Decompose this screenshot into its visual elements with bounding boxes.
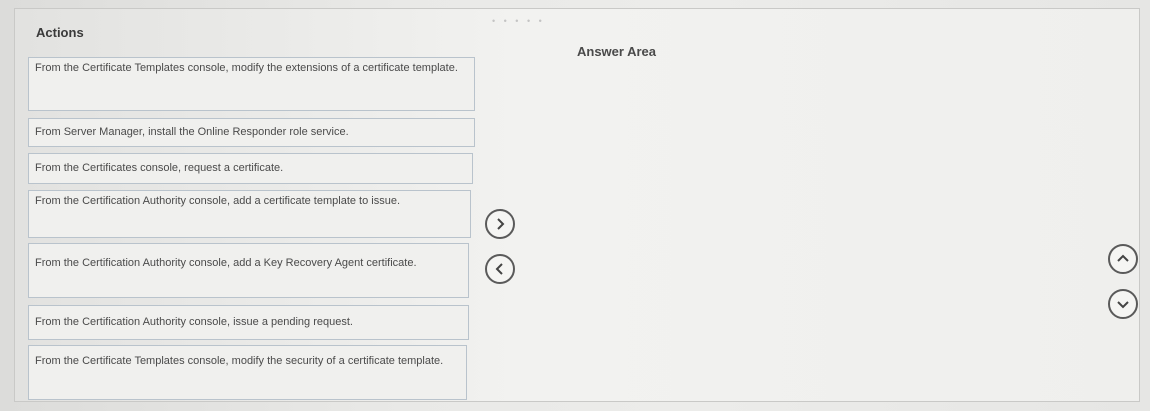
actions-heading: Actions [36,25,84,40]
answer-area-heading: Answer Area [577,44,656,59]
move-down-button[interactable] [1108,289,1138,319]
move-left-button[interactable] [485,254,515,284]
action-item[interactable]: From the Certification Authority console… [28,305,469,340]
page-indicator-dots: • • • • • [492,16,545,26]
answer-area-dropzone[interactable] [575,66,1075,386]
chevron-up-icon [1117,254,1129,262]
move-right-button[interactable] [485,209,515,239]
screen: • • • • • Actions From the Certificate T… [0,0,1150,411]
action-item[interactable]: From the Certification Authority console… [28,243,469,298]
action-item[interactable]: From Server Manager, install the Online … [28,118,475,147]
move-up-button[interactable] [1108,244,1138,274]
action-item[interactable]: From the Certificates console, request a… [28,153,473,184]
chevron-left-icon [495,263,503,275]
action-item[interactable]: From the Certificate Templates console, … [28,57,475,111]
action-item[interactable]: From the Certificate Templates console, … [28,345,467,400]
chevron-right-icon [497,218,505,230]
action-item[interactable]: From the Certification Authority console… [28,190,471,238]
chevron-down-icon [1117,301,1129,309]
